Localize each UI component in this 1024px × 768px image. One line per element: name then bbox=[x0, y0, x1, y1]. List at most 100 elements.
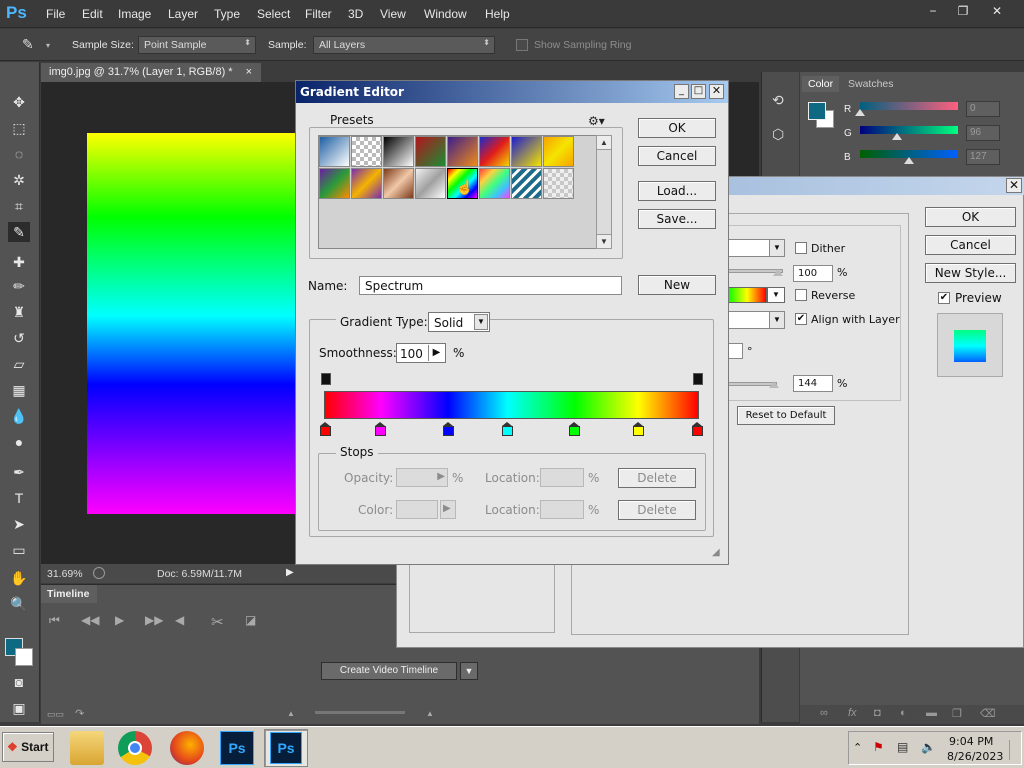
transition-icon[interactable]: ◪ bbox=[245, 613, 256, 627]
link-icon[interactable]: ∞ bbox=[820, 707, 828, 719]
opacity-stop-left[interactable] bbox=[321, 373, 331, 385]
eyedropper-icon[interactable]: ✎ bbox=[22, 36, 40, 54]
style-select[interactable]: ▼ bbox=[727, 311, 785, 329]
maximize-icon[interactable]: □ bbox=[691, 84, 706, 99]
preset-swatch[interactable] bbox=[479, 168, 510, 199]
volume-icon[interactable]: 🔈 bbox=[921, 740, 936, 754]
tab-swatches[interactable]: Swatches bbox=[842, 76, 900, 92]
menu-file[interactable]: File bbox=[46, 7, 65, 21]
menu-filter[interactable]: Filter bbox=[305, 7, 332, 21]
preset-swatch[interactable] bbox=[543, 136, 574, 167]
path-selection-tool-icon[interactable]: ➤ bbox=[8, 514, 30, 534]
new-layer-icon[interactable]: ❐ bbox=[952, 707, 962, 720]
first-frame-icon[interactable]: ⏮ bbox=[49, 613, 60, 628]
preset-swatch[interactable] bbox=[543, 168, 574, 199]
screen-mode-icon[interactable]: ▣ bbox=[8, 698, 30, 718]
preset-swatch[interactable] bbox=[351, 168, 382, 199]
marquee-tool-icon[interactable]: ⬚ bbox=[8, 118, 30, 138]
delete-opacity-stop-button[interactable]: Delete bbox=[618, 468, 696, 488]
document-tab[interactable]: img0.jpg @ 31.7% (Layer 1, RGB/8) * × bbox=[41, 63, 261, 82]
presets-scrollbar[interactable]: ▲ ▼ bbox=[596, 135, 612, 249]
align-with-layer-checkbox[interactable]: ✔ bbox=[795, 313, 807, 325]
angle-input[interactable] bbox=[727, 343, 743, 359]
quick-select-tool-icon[interactable]: ✲ bbox=[8, 170, 30, 190]
channel-g-slider[interactable] bbox=[860, 126, 958, 134]
gear-icon[interactable]: ⚙▾ bbox=[588, 114, 605, 128]
preset-swatch[interactable] bbox=[383, 136, 414, 167]
clock-date[interactable]: 8/26/2023 bbox=[947, 750, 1003, 763]
play-icon[interactable]: ▶ bbox=[115, 613, 124, 627]
photoshop-installer-icon[interactable]: Ps bbox=[220, 731, 254, 765]
status-icon[interactable] bbox=[93, 567, 105, 579]
trash-icon[interactable]: ⌫ bbox=[980, 707, 996, 720]
3d-panel-icon[interactable]: ⬡ bbox=[772, 126, 784, 143]
fg-color-chip[interactable] bbox=[808, 102, 826, 120]
load-button[interactable]: Load... bbox=[638, 181, 716, 201]
show-sampling-ring-checkbox[interactable] bbox=[516, 39, 528, 51]
frame-grid-icon[interactable]: ▭▭ bbox=[47, 709, 64, 720]
blend-mode-select[interactable]: ▼ bbox=[727, 239, 785, 257]
sample-size-select[interactable]: Point Sample ⬍ bbox=[138, 36, 256, 54]
color-stop[interactable] bbox=[633, 422, 644, 436]
preset-swatch[interactable] bbox=[383, 168, 414, 199]
minimize-icon[interactable]: _ bbox=[674, 84, 689, 99]
create-video-timeline-button[interactable]: Create Video Timeline bbox=[321, 662, 457, 680]
brush-tool-icon[interactable]: ✏ bbox=[8, 276, 30, 296]
gradient-preview-swatch[interactable] bbox=[727, 287, 767, 303]
slider-thumb-icon[interactable] bbox=[904, 157, 914, 164]
timeline-zoom-slider[interactable] bbox=[315, 711, 405, 714]
menu-view[interactable]: View bbox=[380, 7, 406, 21]
color-location-input[interactable] bbox=[540, 500, 584, 519]
channel-g-value[interactable]: 96 bbox=[966, 125, 1000, 141]
file-explorer-icon[interactable] bbox=[70, 731, 104, 765]
preset-swatch[interactable] bbox=[511, 168, 542, 199]
reset-to-default-button[interactable]: Reset to Default bbox=[737, 406, 835, 425]
stop-color-swatch[interactable] bbox=[396, 500, 438, 519]
close-icon[interactable]: ✕ bbox=[709, 84, 724, 99]
clone-stamp-tool-icon[interactable]: ♜ bbox=[8, 302, 30, 322]
fx-icon[interactable]: fx bbox=[848, 707, 857, 719]
menu-edit[interactable]: Edit bbox=[82, 7, 103, 21]
lasso-tool-icon[interactable]: ◌ bbox=[8, 144, 30, 164]
preset-swatch[interactable] bbox=[447, 136, 478, 167]
save-button[interactable]: Save... bbox=[638, 209, 716, 229]
tab-color[interactable]: Color bbox=[802, 76, 840, 92]
color-stop[interactable] bbox=[569, 422, 580, 436]
sample-select[interactable]: All Layers ⬍ bbox=[313, 36, 495, 54]
close-app-button[interactable]: ✕ bbox=[982, 2, 1012, 20]
background-color-swatch[interactable] bbox=[15, 648, 33, 666]
render-icon[interactable]: ↷ bbox=[75, 707, 84, 720]
dodge-tool-icon[interactable]: ● bbox=[8, 432, 30, 452]
layer-style-ok-button[interactable]: OK bbox=[925, 207, 1016, 227]
color-stop[interactable] bbox=[375, 422, 386, 436]
scale-input[interactable]: 144 bbox=[793, 375, 833, 392]
slider-thumb-icon[interactable] bbox=[773, 269, 783, 276]
preset-swatch[interactable] bbox=[415, 136, 446, 167]
preset-swatch[interactable] bbox=[351, 136, 382, 167]
preset-swatch[interactable] bbox=[415, 168, 446, 199]
photoshop-task-button[interactable]: Ps bbox=[264, 729, 308, 767]
start-button[interactable]: ❖ Start bbox=[2, 732, 54, 762]
channel-r-value[interactable]: 0 bbox=[966, 101, 1000, 117]
scroll-up-icon[interactable]: ▲ bbox=[597, 136, 611, 150]
delete-color-stop-button[interactable]: Delete bbox=[618, 500, 696, 520]
new-gradient-button[interactable]: New bbox=[638, 275, 716, 295]
opacity-stop-right[interactable] bbox=[693, 373, 703, 385]
gradient-tool-icon[interactable]: ▦ bbox=[8, 380, 30, 400]
smoothness-input[interactable]: 100 ▶ bbox=[396, 343, 446, 363]
blur-tool-icon[interactable]: 💧 bbox=[8, 406, 30, 426]
adjustment-icon[interactable]: ◐ bbox=[900, 707, 907, 719]
play-arrow-icon[interactable]: ▶ bbox=[428, 345, 444, 361]
status-menu-arrow-icon[interactable]: ▶ bbox=[286, 567, 294, 578]
chevron-up-icon[interactable]: ⌃ bbox=[853, 741, 862, 754]
close-icon[interactable]: ✕ bbox=[1006, 178, 1022, 193]
minimize-button[interactable]: − bbox=[918, 2, 948, 20]
stop-opacity-input[interactable]: ▶ bbox=[396, 468, 448, 487]
scroll-down-icon[interactable]: ▼ bbox=[597, 234, 611, 248]
color-stop[interactable] bbox=[692, 422, 703, 436]
gradient-canvas-image[interactable] bbox=[87, 133, 297, 514]
gradient-bar[interactable] bbox=[324, 391, 699, 419]
color-stop[interactable] bbox=[320, 422, 331, 436]
slider-thumb-icon[interactable] bbox=[855, 109, 865, 116]
gradient-type-select[interactable]: Solid ▼ bbox=[428, 312, 490, 332]
